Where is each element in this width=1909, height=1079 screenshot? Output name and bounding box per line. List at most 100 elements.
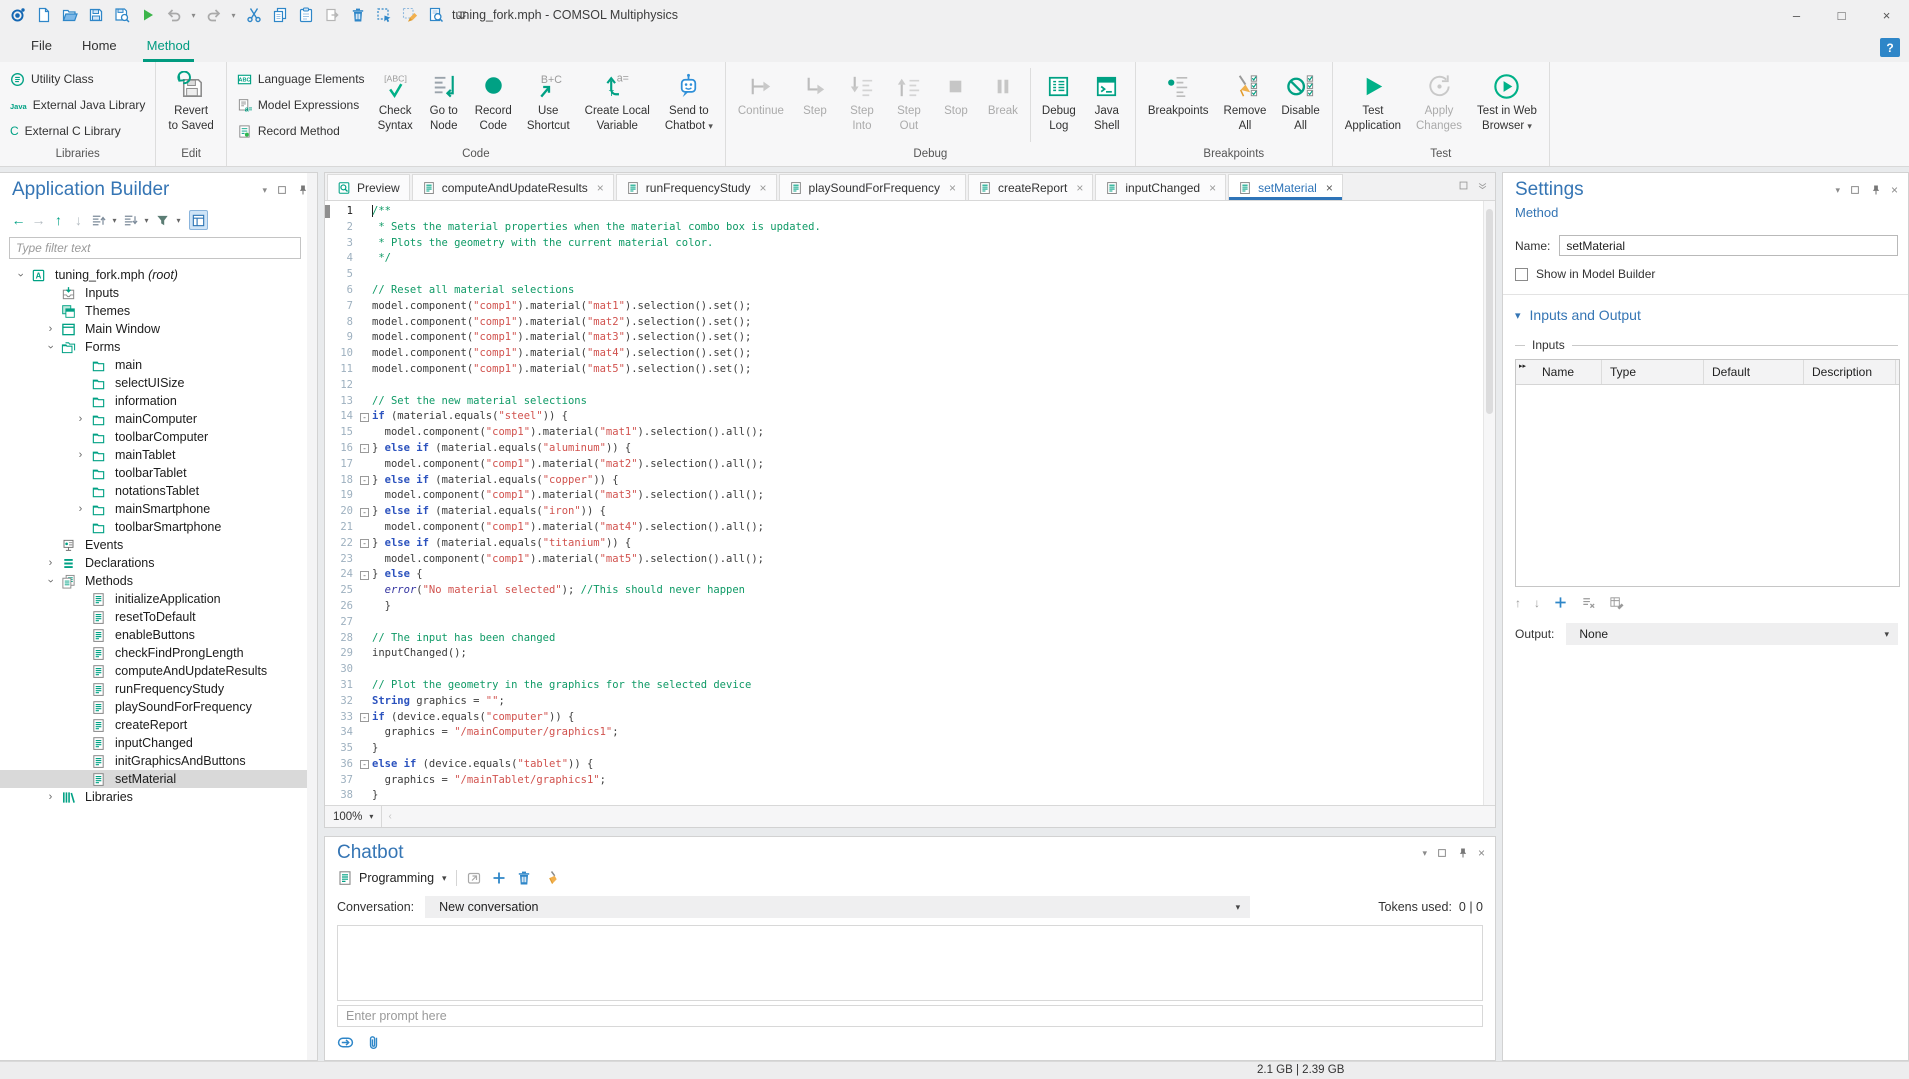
delete-icon[interactable] [346,3,369,27]
conversation-select[interactable]: New conversation▾ [425,896,1250,918]
chat-prompt-input[interactable] [337,1005,1483,1027]
tree-item-computeandupdateresults[interactable]: computeAndUpdateResults [0,662,317,680]
fold-toggle-icon[interactable]: - [360,413,369,422]
ribbon-button-remove-all[interactable]: Remove All [1217,64,1274,146]
dropdown-icon[interactable]: ▾ [188,3,199,27]
expand-arrow-icon[interactable]: › [42,791,59,803]
collapse-section-icon[interactable]: ▾ [1515,309,1521,322]
tree-item-runfrequencystudy[interactable]: runFrequencyStudy [0,680,317,698]
tree-item-forms[interactable]: ›Forms [0,338,317,356]
minimize-button[interactable]: – [1774,0,1819,30]
run-icon[interactable] [136,3,159,27]
table-header-default[interactable]: Default [1704,360,1804,384]
scrollbar-thumb[interactable] [1486,209,1493,414]
tree-item-methods[interactable]: ›Methods [0,572,317,590]
clear-conversation-icon[interactable] [541,870,557,886]
output-select[interactable]: None▾ [1566,623,1898,645]
inputs-table[interactable]: ▸▸NameTypeDefaultDescriptionUn [1515,359,1900,587]
pin-icon[interactable] [1457,847,1469,859]
editor-tab-runfrequencystudy[interactable]: runFrequencyStudy× [616,174,777,200]
method-name-input[interactable] [1559,235,1898,256]
ribbon-button-breakpoints[interactable]: Breakpoints [1141,64,1216,146]
ribbon-button-go-to-node[interactable]: Go to Node [421,64,467,146]
dropdown-arrow-icon[interactable]: ▾ [1422,847,1427,859]
fold-toggle-icon[interactable]: - [360,444,369,453]
ribbon-button-revert-to-saved[interactable]: Revert to Saved [161,64,220,146]
send-prompt-icon[interactable] [337,1034,354,1051]
copy-icon[interactable] [268,3,291,27]
float-editor-icon[interactable] [1458,180,1469,191]
ribbon-button-record-code[interactable]: Record Code [468,64,519,146]
show-in-model-builder-checkbox[interactable] [1515,268,1528,281]
fold-toggle-icon[interactable]: - [360,476,369,485]
ribbon-button-record-method[interactable]: Record Method [232,119,370,143]
tree-item-initializeapplication[interactable]: initializeApplication [0,590,317,608]
editor-vertical-scrollbar[interactable] [1483,201,1495,805]
collapse-arrow-icon[interactable]: › [15,267,27,284]
table-header-type[interactable]: Type [1602,360,1704,384]
up-icon[interactable]: ↑ [1515,596,1521,610]
tree-item-initgraphicsandbuttons[interactable]: initGraphicsAndButtons [0,752,317,770]
tree-item-tuning-fork-mph[interactable]: ›Atuning_fork.mph (root) [0,266,317,284]
editor-tab-setmaterial[interactable]: setMaterial× [1228,174,1343,200]
maximize-button[interactable]: □ [1819,0,1864,30]
filter-icon[interactable] [153,210,172,230]
tree-item-inputchanged[interactable]: inputChanged [0,734,317,752]
expand-arrow-icon[interactable]: › [72,449,89,461]
tree-item-themes[interactable]: Themes [0,302,317,320]
ribbon-button-external-java-library[interactable]: JavaExternal Java Library [5,93,150,117]
tree-item-playsoundforfrequency[interactable]: playSoundForFrequency [0,698,317,716]
close-icon[interactable]: × [1478,846,1485,860]
paste-icon[interactable] [294,3,317,27]
select-frame-icon[interactable] [372,3,395,27]
plus-icon[interactable] [1553,595,1568,610]
editor-tab-computeandupdateresults[interactable]: computeAndUpdateResults× [412,174,614,200]
tree-item-setmaterial[interactable]: setMaterial [0,770,317,788]
edit-table-icon[interactable] [1609,595,1624,610]
tree-item-enablebuttons[interactable]: enableButtons [0,626,317,644]
float-panel-icon[interactable] [276,184,288,196]
tree-item-toolbartablet[interactable]: toolbarTablet [0,464,317,482]
ribbon-button-use-shortcut[interactable]: B+CUse Shortcut [520,64,577,146]
menu-tab-method[interactable]: Method [132,32,205,62]
tree-item-information[interactable]: information [0,392,317,410]
down-icon[interactable]: ↓ [1534,596,1540,610]
move-down-icon[interactable] [121,210,140,230]
tree-item-main[interactable]: main [0,356,317,374]
ribbon-button-create-local-variable[interactable]: a=TCreate Local Variable [578,64,657,146]
ribbon-button-test-in-web-browser[interactable]: Test in Web Browser ▾ [1470,64,1544,146]
menu-tab-file[interactable]: File [16,32,67,62]
expand-arrow-icon[interactable]: › [72,413,89,425]
ribbon-button-send-to-chatbot[interactable]: Send to Chatbot ▾ [658,64,720,146]
tree-item-toolbarcomputer[interactable]: toolbarComputer [0,428,317,446]
collapse-arrow-icon[interactable]: › [45,339,57,356]
down-icon[interactable]: ↓ [69,210,88,230]
ribbon-button-language-elements[interactable]: ABCLanguage Elements [232,67,370,91]
fold-toggle-icon[interactable]: - [360,713,369,722]
collapse-arrow-icon[interactable]: › [45,573,57,590]
editor-tab-preview[interactable]: Preview [327,174,410,200]
redo-icon[interactable] [202,3,225,27]
pin-icon[interactable] [1870,184,1882,196]
tree-item-selectuisize[interactable]: selectUISize [0,374,317,392]
tree-item-toolbarsmartphone[interactable]: toolbarSmartphone [0,518,317,536]
tree-item-createreport[interactable]: createReport [0,716,317,734]
tree-item-checkfindpronglength[interactable]: checkFindProngLength [0,644,317,662]
close-tab-icon[interactable]: × [1326,181,1333,195]
tree-item-mainsmartphone[interactable]: ›mainSmartphone [0,500,317,518]
forward-doc-icon[interactable] [320,3,343,27]
move-down-dropdown-icon[interactable]: ▾ [141,210,152,230]
code-editor[interactable]: 1/**2 * Sets the material properties whe… [325,201,1483,805]
more-tabs-icon[interactable] [1477,180,1488,191]
new-file-icon[interactable] [32,3,55,27]
tree-item-declarations[interactable]: ›Declarations [0,554,317,572]
editor-tab-playsoundforfrequency[interactable]: playSoundForFrequency× [779,174,966,200]
cut-icon[interactable] [242,3,265,27]
editor-horizontal-scrollbar[interactable]: ‹ [382,811,1495,822]
dropdown-icon[interactable]: ▾ [228,3,239,27]
show-grid-icon[interactable] [189,210,208,230]
close-button[interactable]: × [1864,0,1909,30]
tree-item-notationstablet[interactable]: notationsTablet [0,482,317,500]
fold-toggle-icon[interactable]: - [360,760,369,769]
open-icon[interactable] [58,3,81,27]
